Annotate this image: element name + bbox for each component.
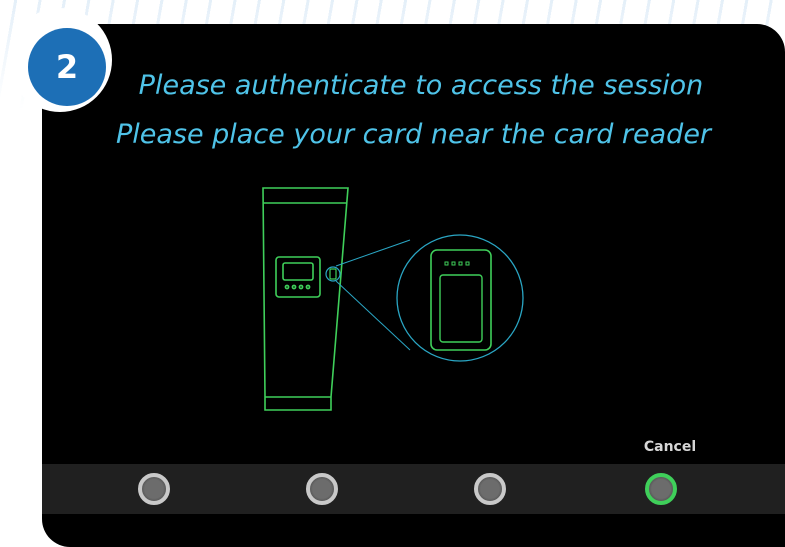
hardware-button-1[interactable] xyxy=(138,473,170,505)
zoom-lines xyxy=(335,239,411,351)
cancel-button[interactable] xyxy=(645,473,677,505)
reader-spot-icon xyxy=(325,266,341,282)
cancel-label: Cancel xyxy=(643,439,697,455)
hardware-button-3[interactable] xyxy=(474,473,506,505)
terminal-device-icon xyxy=(262,187,349,411)
hardware-button-2[interactable] xyxy=(306,473,338,505)
card-zoom-icon xyxy=(396,234,524,362)
